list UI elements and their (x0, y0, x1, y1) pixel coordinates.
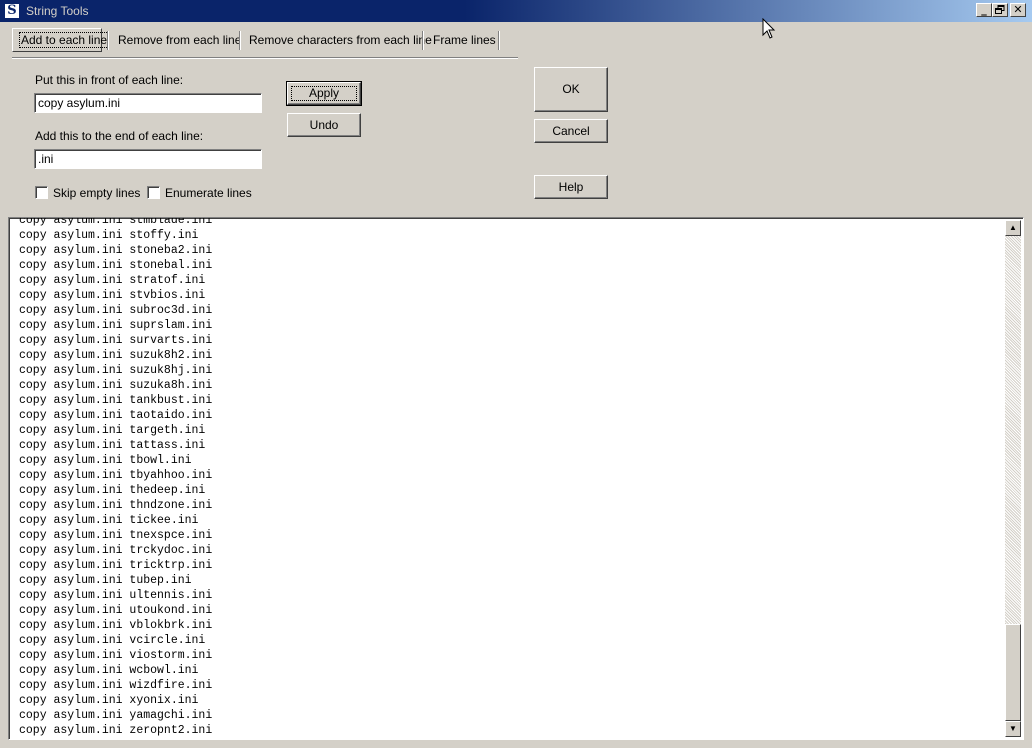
output-line: copy asylum.ini vblokbrk.ini (19, 619, 213, 632)
tab-separator (239, 31, 241, 50)
output-line: copy asylum.ini tbowl.ini (19, 454, 192, 467)
vertical-scrollbar[interactable]: ▲ ▼ (1005, 220, 1021, 737)
prefix-label: Put this in front of each line: (35, 73, 184, 87)
close-button[interactable]: ✕ (1010, 3, 1026, 17)
help-button[interactable]: Help (534, 175, 608, 199)
output-line: copy asylum.ini survarts.ini (19, 334, 213, 347)
output-line: copy asylum.ini stoneba2.ini (19, 244, 213, 257)
tab-add-to-each-line[interactable]: Add to each line (12, 28, 110, 52)
cancel-button[interactable]: Cancel (534, 119, 608, 143)
minimize-icon: _ (981, 3, 987, 16)
scroll-down-button[interactable]: ▼ (1005, 721, 1021, 737)
scroll-down-icon: ▼ (1009, 724, 1017, 733)
output-line: copy asylum.ini zeropnt2.ini (19, 724, 213, 737)
output-line: copy asylum.ini ultennis.ini (19, 589, 213, 602)
window-title: String Tools (26, 4, 89, 18)
minimize-button[interactable]: _ (976, 3, 992, 17)
output-line: copy asylum.ini suprslam.ini (19, 319, 213, 332)
output-line: copy asylum.ini tattass.ini (19, 439, 206, 452)
tab-frame-lines[interactable]: Frame lines (427, 28, 502, 52)
output-line: copy asylum.ini stratof.ini (19, 274, 206, 287)
scroll-thumb[interactable] (1005, 624, 1021, 721)
output-line: copy asylum.ini tickee.ini (19, 514, 199, 527)
output-line: copy asylum.ini yamagchi.ini (19, 709, 213, 722)
output-line: copy asylum.ini targeth.ini (19, 424, 206, 437)
tab-label: Frame lines (433, 33, 496, 47)
ok-button[interactable]: OK (534, 67, 608, 112)
enumerate-checkbox[interactable] (147, 186, 160, 199)
restore-icon (995, 5, 1005, 14)
tab-remove-characters[interactable]: Remove characters from each line (243, 28, 438, 52)
undo-label: Undo (309, 118, 339, 132)
tab-separator (498, 31, 500, 50)
apply-button[interactable]: Apply (286, 81, 362, 106)
close-icon: ✕ (1013, 3, 1023, 16)
output-lines: copy asylum.ini stmblade.ini copy asylum.… (19, 217, 213, 738)
scroll-up-button[interactable]: ▲ (1005, 220, 1021, 236)
suffix-input[interactable] (34, 149, 262, 169)
skip-empty-label[interactable]: Skip empty lines (53, 186, 140, 200)
output-line: copy asylum.ini suzuk8hj.ini (19, 364, 213, 377)
output-line: copy asylum.ini trckydoc.ini (19, 544, 213, 557)
output-line: copy asylum.ini stoffy.ini (19, 229, 199, 242)
tab-label: Remove characters from each line (249, 33, 432, 47)
output-line: copy asylum.ini stvbios.ini (19, 289, 206, 302)
tab-separator (422, 31, 424, 50)
suffix-label: Add this to the end of each line: (35, 129, 204, 143)
output-line: copy asylum.ini subroc3d.ini (19, 304, 213, 317)
mouse-cursor-icon (762, 18, 776, 39)
app-icon[interactable]: S (4, 3, 20, 19)
restore-button[interactable] (992, 3, 1008, 17)
output-line: copy asylum.ini viostorm.ini (19, 649, 213, 662)
ok-label: OK (562, 82, 580, 96)
tab-divider (12, 57, 518, 59)
output-line: copy asylum.ini xyonix.ini (19, 694, 199, 707)
tab-separator (107, 31, 109, 50)
skip-empty-checkbox[interactable] (35, 186, 48, 199)
tab-label: Add to each line (19, 32, 110, 48)
apply-label: Apply (308, 86, 340, 100)
output-line: copy asylum.ini tubep.ini (19, 574, 192, 587)
cancel-label: Cancel (552, 124, 590, 138)
help-label: Help (558, 180, 584, 194)
title-bar[interactable]: S String Tools _ ✕ (0, 0, 1032, 22)
output-textarea[interactable]: copy asylum.ini stmblade.ini copy asylum.… (8, 217, 1024, 740)
output-line: copy asylum.ini taotaido.ini (19, 409, 213, 422)
output-line: copy asylum.ini tbyahhoo.ini (19, 469, 213, 482)
tab-label: Remove from each line (118, 33, 242, 47)
output-line: copy asylum.ini tankbust.ini (19, 394, 213, 407)
tab-remove-from-each-line[interactable]: Remove from each line (112, 28, 247, 52)
enumerate-label[interactable]: Enumerate lines (165, 186, 252, 200)
scroll-up-icon: ▲ (1009, 223, 1017, 232)
undo-button[interactable]: Undo (287, 113, 361, 137)
output-line: copy asylum.ini thedeep.ini (19, 484, 206, 497)
output-line: copy asylum.ini suzuka8h.ini (19, 379, 213, 392)
prefix-input[interactable] (34, 93, 262, 113)
output-line: copy asylum.ini stonebal.ini (19, 259, 213, 272)
output-line: copy asylum.ini wizdfire.ini (19, 679, 213, 692)
output-line: copy asylum.ini tnexspce.ini (19, 529, 213, 542)
output-line: copy asylum.ini tricktrp.ini (19, 559, 213, 572)
output-line: copy asylum.ini utoukond.ini (19, 604, 213, 617)
output-line: copy asylum.ini wcbowl.ini (19, 664, 199, 677)
output-line: copy asylum.ini suzuk8h2.ini (19, 349, 213, 362)
output-line: copy asylum.ini thndzone.ini (19, 499, 213, 512)
output-line: copy asylum.ini vcircle.ini (19, 634, 206, 647)
output-line: copy asylum.ini stmblade.ini (19, 217, 213, 227)
